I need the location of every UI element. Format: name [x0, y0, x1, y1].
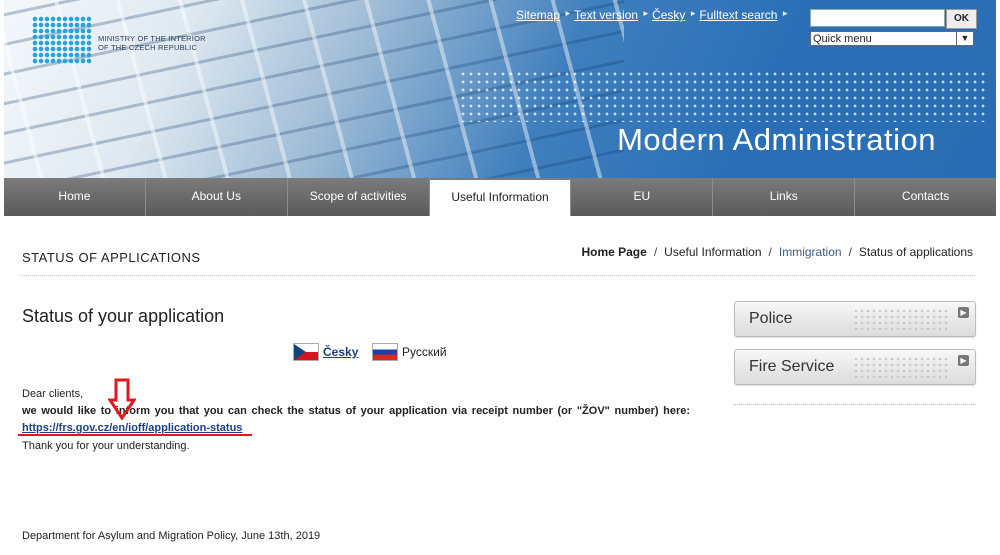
quick-menu-select[interactable]: Quick menu ▼ [810, 31, 974, 46]
lang-ru[interactable]: Русский [372, 343, 447, 361]
logo-text-line2: OF THE CZECH REPUBLIC [98, 43, 198, 52]
nav-home[interactable]: Home [4, 178, 146, 216]
dot-pattern [853, 308, 949, 330]
search-input[interactable] [810, 9, 945, 27]
czech-flag-icon [293, 343, 319, 361]
search-ok-button[interactable]: OK [946, 9, 977, 29]
main-nav: Home About Us Scope of activities Useful… [4, 178, 996, 216]
logo-mark-icon [32, 16, 92, 64]
logo-text-line1: MINISTRY OF THE INTERIOR [98, 34, 206, 43]
czech-language-link[interactable]: Česky [652, 8, 696, 22]
nav-links[interactable]: Links [713, 178, 856, 216]
nav-eu[interactable]: EU [571, 178, 714, 216]
slogan: Modern Administration [617, 122, 936, 157]
sidebar-divider [734, 404, 976, 405]
nav-contacts[interactable]: Contacts [855, 178, 996, 216]
play-arrow-icon: ▶ [958, 307, 969, 318]
play-arrow-icon: ▶ [958, 355, 969, 366]
application-status-link[interactable]: https://frs.gov.cz/en/ioff/application-s… [22, 422, 242, 434]
dot-pattern [459, 70, 989, 122]
lang-cz-link[interactable]: Česky [323, 345, 358, 359]
police-label: Police [749, 310, 793, 327]
breadcrumb-immigration[interactable]: Immigration [779, 245, 842, 259]
page-heading: STATUS OF APPLICATIONS [22, 250, 201, 265]
footer-note: Department for Asylum and Migration Poli… [22, 530, 321, 542]
dot-pattern [853, 356, 949, 378]
nav-about-us[interactable]: About Us [146, 178, 288, 216]
red-arrow-down-icon [108, 378, 136, 420]
chevron-down-icon: ▼ [956, 31, 973, 46]
quick-menu-value: Quick menu [813, 33, 872, 45]
greeting: Dear clients, [22, 388, 84, 400]
thanks: Thank you for your understanding. [22, 440, 190, 452]
lang-cz[interactable]: Česky [293, 343, 358, 361]
text-version-link[interactable]: Text version [574, 8, 648, 22]
status-link-wrap: https://frs.gov.cz/en/ioff/application-s… [22, 422, 242, 434]
police-button[interactable]: Police ▶ [734, 301, 976, 337]
breadcrumb-home[interactable]: Home Page [581, 245, 646, 259]
breadcrumb-useful-information[interactable]: Useful Information [664, 245, 761, 259]
red-underline-annotation [18, 434, 252, 436]
top-links: Sitemap Text version Česky Fulltext sear… [516, 8, 791, 22]
breadcrumb-current: Status of applications [858, 245, 973, 259]
fire-service-button[interactable]: Fire Service ▶ [734, 349, 976, 385]
nav-scope-of-activities[interactable]: Scope of activities [288, 178, 430, 216]
nav-useful-information[interactable]: Useful Information [429, 180, 572, 216]
ministry-logo[interactable]: MINISTRY OF THE INTERIOR OF THE CZECH RE… [32, 16, 206, 64]
divider [20, 275, 975, 276]
logo-text: MINISTRY OF THE INTERIOR OF THE CZECH RE… [98, 34, 206, 52]
russian-flag-icon [372, 343, 398, 361]
sitemap-link[interactable]: Sitemap [516, 8, 570, 22]
content-title: Status of your application [22, 306, 225, 326]
breadcrumb: Home Page / Useful Information / Immigration… [581, 245, 973, 259]
lang-ru-link[interactable]: Русский [402, 345, 447, 359]
fulltext-search-link[interactable]: Fulltext search [699, 8, 787, 22]
fire-service-label: Fire Service [749, 358, 835, 375]
